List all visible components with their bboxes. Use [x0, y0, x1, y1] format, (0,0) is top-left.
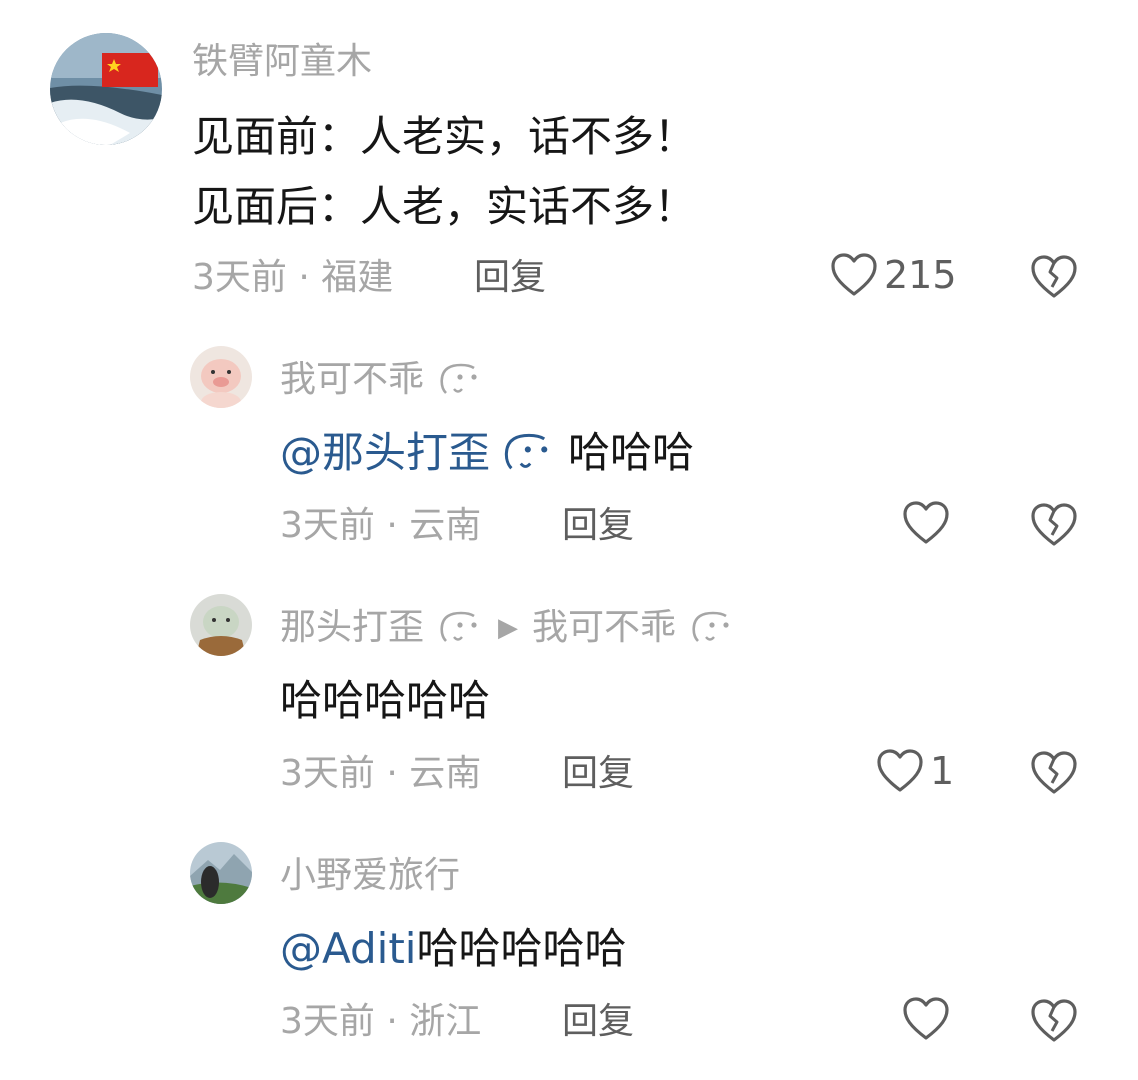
- broken-heart-icon: [1031, 999, 1077, 1042]
- comment-meta: 3天前 · 云南: [280, 753, 482, 794]
- avatar[interactable]: [50, 33, 162, 145]
- comment-meta: 3天前 · 浙江: [280, 1001, 482, 1042]
- broken-heart-icon: [1031, 503, 1077, 546]
- heart-icon: [831, 253, 877, 296]
- like-button[interactable]: 215: [830, 252, 957, 298]
- reply-button[interactable]: 回复: [474, 260, 546, 296]
- like-count: 1: [930, 749, 955, 793]
- like-button[interactable]: 1: [876, 748, 954, 794]
- dislike-button[interactable]: [1030, 502, 1078, 552]
- comment-meta: 3天前 · 福建: [192, 257, 394, 298]
- comment-text: @那头打歪 哈哈哈: [280, 428, 695, 477]
- username[interactable]: 铁臂阿童木: [192, 44, 372, 80]
- mention-link[interactable]: @那头打歪: [280, 432, 490, 474]
- broken-heart-icon: [1031, 255, 1077, 298]
- username[interactable]: 小野爱旅行: [280, 858, 460, 894]
- avatar[interactable]: [190, 842, 252, 904]
- dislike-button[interactable]: [1030, 254, 1078, 304]
- face-emoji-icon: [440, 363, 477, 394]
- face-emoji-icon: [504, 433, 548, 470]
- comment-meta: 3天前 · 云南: [280, 505, 482, 546]
- reply-button[interactable]: 回复: [562, 1004, 634, 1040]
- reply-button[interactable]: 回复: [562, 756, 634, 792]
- reply-arrow-icon: ▶: [498, 613, 519, 643]
- face-emoji-icon: [440, 611, 477, 642]
- dislike-button[interactable]: [1030, 750, 1078, 800]
- dislike-button[interactable]: [1030, 998, 1078, 1048]
- like-button[interactable]: [902, 996, 956, 1042]
- like-button[interactable]: [902, 500, 956, 546]
- heart-icon: [903, 997, 949, 1040]
- comment-text-line-1: 见面前：人老实，话不多！: [192, 112, 697, 161]
- username[interactable]: 我可不乖: [280, 362, 484, 398]
- heart-icon: [877, 749, 923, 792]
- reply-to-username[interactable]: 我可不乖: [532, 610, 676, 646]
- reply-button[interactable]: 回复: [562, 508, 634, 544]
- avatar[interactable]: [190, 346, 252, 408]
- face-emoji-icon: [692, 611, 729, 642]
- broken-heart-icon: [1031, 751, 1077, 794]
- heart-icon: [903, 501, 949, 544]
- avatar[interactable]: [190, 594, 252, 656]
- like-count: 215: [884, 253, 957, 297]
- mention-link[interactable]: @Aditi: [280, 924, 416, 973]
- username[interactable]: 那头打歪 ▶ 我可不乖: [280, 610, 736, 646]
- comment-text-line-2: 见面后：人老，实话不多！: [192, 182, 697, 231]
- comment-text: 哈哈哈哈哈: [280, 676, 491, 725]
- comment-text: @Aditi哈哈哈哈哈: [280, 924, 627, 973]
